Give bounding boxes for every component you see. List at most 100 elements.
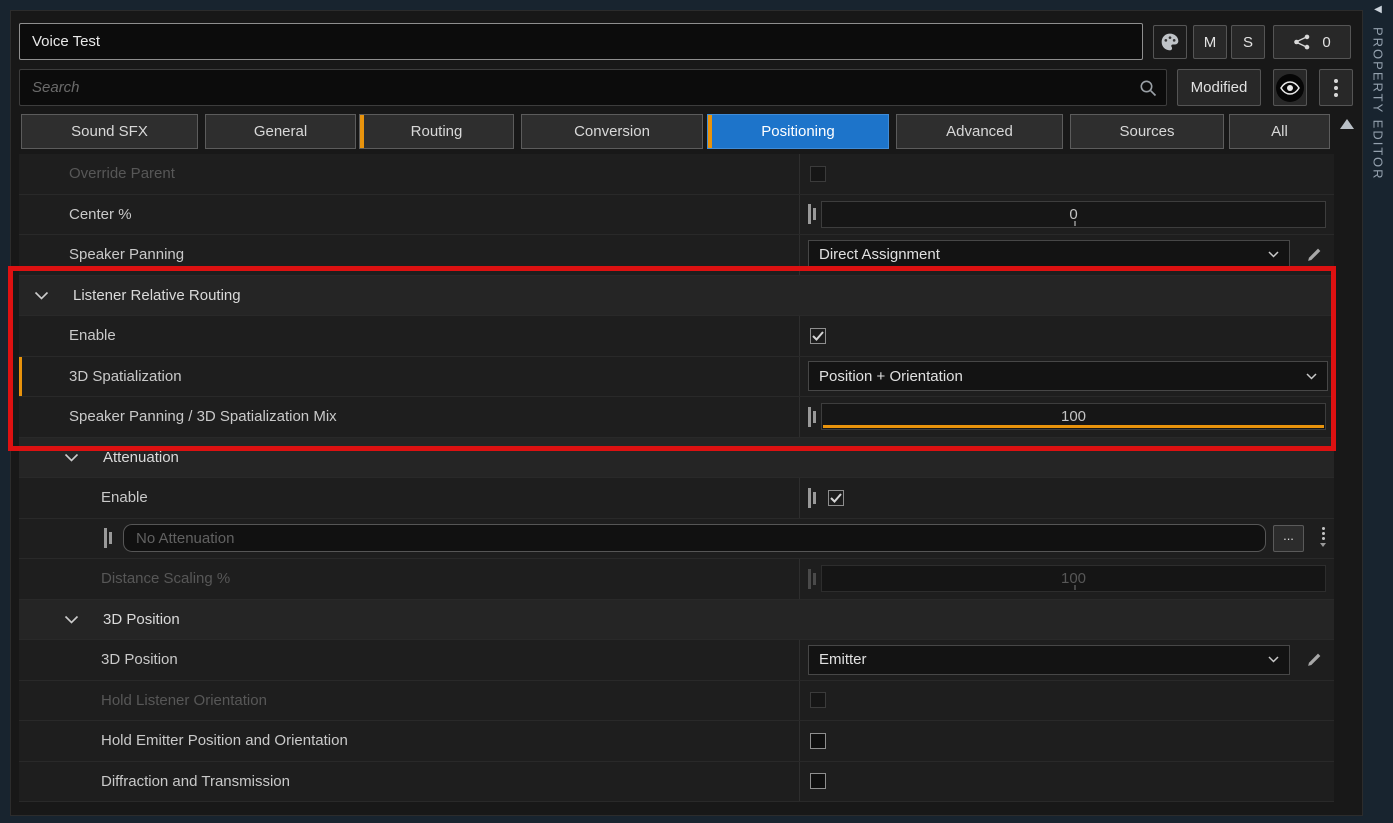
- 3d-spatialization-dropdown[interactable]: Position + Orientation: [808, 361, 1328, 391]
- slider-grip-icon: [808, 407, 816, 427]
- slider-grip-icon: [808, 204, 816, 224]
- tab-general[interactable]: General: [205, 114, 356, 149]
- lrr-enable-label: Enable: [19, 316, 799, 356]
- hold-listener-orientation-control: [799, 681, 1334, 721]
- section-3d-position[interactable]: 3D Position: [19, 600, 1334, 641]
- slider-center-tick: [1074, 585, 1076, 590]
- spatialization-mix-value-box: 100: [821, 403, 1326, 430]
- center-percent-value-box: 0: [821, 201, 1326, 228]
- speaker-panning-control: Direct Assignment: [799, 235, 1334, 275]
- row-spatialization-mix: Speaker Panning / 3D Spatialization Mix …: [19, 397, 1334, 438]
- modified-filter-button[interactable]: Modified: [1177, 69, 1261, 106]
- center-percent-control: 0: [799, 195, 1334, 235]
- speaker-panning-dropdown[interactable]: Direct Assignment: [808, 240, 1290, 270]
- hold-listener-orientation-checkbox: [810, 692, 826, 708]
- hold-emitter-checkbox[interactable]: [810, 733, 826, 749]
- distance-scaling-value-box: 100: [821, 565, 1326, 592]
- speaker-panning-value: Direct Assignment: [819, 246, 940, 263]
- search-input[interactable]: [19, 69, 1167, 106]
- lrr-enable-checkbox[interactable]: [810, 328, 826, 344]
- dock-collapse-icon[interactable]: ◀: [1374, 5, 1382, 15]
- section-header: 3D Position: [19, 600, 180, 640]
- chevron-down-icon: [1306, 373, 1317, 380]
- slider-fill-bar: [823, 425, 1324, 428]
- lrr-enable-control: [799, 316, 1334, 356]
- distance-scaling-control: 100: [799, 559, 1334, 599]
- mute-button[interactable]: M: [1193, 25, 1227, 59]
- check-icon: [830, 493, 842, 503]
- override-parent-label: Override Parent: [19, 154, 799, 194]
- attenuation-enable-label: Enable: [19, 478, 799, 518]
- color-palette-button[interactable]: [1153, 25, 1187, 59]
- edit-icon[interactable]: [1306, 651, 1323, 668]
- row-speaker-panning: Speaker Panning Direct Assignment: [19, 235, 1334, 276]
- spatialization-mix-slider[interactable]: 100: [808, 403, 1326, 430]
- chevron-down-icon: [1268, 251, 1279, 258]
- spatialization-mix-label: Speaker Panning / 3D Spatialization Mix: [19, 397, 799, 437]
- attenuation-enable-control: [799, 478, 1334, 518]
- attenuation-selector-field[interactable]: No Attenuation: [123, 524, 1266, 552]
- visibility-button[interactable]: [1273, 69, 1307, 106]
- 3d-position-label: 3D Position: [19, 640, 799, 680]
- 3d-spatialization-value: Position + Orientation: [819, 368, 963, 385]
- row-3d-spatialization: 3D Spatialization Position + Orientation: [19, 357, 1334, 398]
- slider-center-tick: [1074, 221, 1076, 226]
- search-icon: [1139, 79, 1157, 97]
- 3d-position-control: Emitter: [799, 640, 1334, 680]
- distance-scaling-slider: 100: [808, 565, 1326, 592]
- kebab-icon: [1334, 79, 1338, 97]
- share-icon: [1293, 34, 1311, 50]
- tab-all[interactable]: All: [1229, 114, 1330, 149]
- browse-button[interactable]: ...: [1273, 525, 1304, 552]
- slider-grip-icon: [808, 569, 816, 589]
- 3d-position-dropdown[interactable]: Emitter: [808, 645, 1290, 675]
- attenuation-selector-value: No Attenuation: [136, 530, 234, 547]
- hold-emitter-label: Hold Emitter Position and Orientation: [19, 721, 799, 761]
- section-attenuation[interactable]: Attenuation: [19, 438, 1334, 479]
- property-grid: Override Parent Center % 0 Speaker Panni…: [19, 154, 1334, 802]
- attenuation-menu-button[interactable]: [1320, 527, 1326, 550]
- center-percent-label: Center %: [19, 195, 799, 235]
- row-diffraction: Diffraction and Transmission: [19, 762, 1334, 803]
- chevron-expanded-icon[interactable]: [34, 291, 49, 300]
- chevron-expanded-icon[interactable]: [64, 453, 79, 462]
- scroll-up-icon[interactable]: [1340, 119, 1354, 129]
- link-count-button[interactable]: 0: [1273, 25, 1351, 59]
- tab-routing[interactable]: Routing: [359, 114, 514, 149]
- section-header: Attenuation: [19, 438, 179, 478]
- more-options-button[interactable]: [1319, 69, 1353, 106]
- tab-sources[interactable]: Sources: [1070, 114, 1224, 149]
- chevron-expanded-icon[interactable]: [64, 615, 79, 624]
- section-listener-relative-routing[interactable]: Listener Relative Routing: [19, 276, 1334, 317]
- diffraction-checkbox[interactable]: [810, 773, 826, 789]
- solo-button[interactable]: S: [1231, 25, 1265, 59]
- attenuation-enable-checkbox[interactable]: [828, 490, 844, 506]
- tab-conversion[interactable]: Conversion: [521, 114, 703, 149]
- row-attenuation-reference: No Attenuation ...: [19, 519, 1334, 560]
- object-name-input[interactable]: [19, 23, 1143, 60]
- chevron-down-icon: [1320, 543, 1326, 550]
- 3d-spatialization-label: 3D Spatialization: [19, 357, 799, 397]
- speaker-panning-label: Speaker Panning: [19, 235, 799, 275]
- attenuation-reference-control: No Attenuation ...: [19, 519, 1334, 559]
- override-parent-control: [799, 154, 1334, 194]
- 3d-position-value: Emitter: [819, 651, 867, 668]
- panel-title-vertical: PROPERTY EDITOR: [1371, 27, 1386, 181]
- palette-icon: [1160, 32, 1180, 52]
- row-lrr-enable: Enable: [19, 316, 1334, 357]
- row-3d-position: 3D Position Emitter: [19, 640, 1334, 681]
- row-distance-scaling: Distance Scaling % 100: [19, 559, 1334, 600]
- 3d-position-section-title: 3D Position: [103, 611, 180, 628]
- edit-icon[interactable]: [1306, 246, 1323, 263]
- hold-listener-orientation-label: Hold Listener Orientation: [19, 681, 799, 721]
- dock-title-strip: ◀ PROPERTY EDITOR: [1363, 0, 1393, 823]
- tab-positioning[interactable]: Positioning: [707, 114, 889, 149]
- link-count: 0: [1322, 34, 1330, 51]
- diffraction-label: Diffraction and Transmission: [19, 762, 799, 802]
- tab-advanced[interactable]: Advanced: [896, 114, 1063, 149]
- tab-sound-sfx[interactable]: Sound SFX: [21, 114, 198, 149]
- row-override-parent: Override Parent: [19, 154, 1334, 195]
- distance-scaling-label: Distance Scaling %: [19, 559, 799, 599]
- spatialization-mix-value: 100: [1061, 408, 1086, 425]
- center-percent-slider[interactable]: 0: [808, 201, 1326, 228]
